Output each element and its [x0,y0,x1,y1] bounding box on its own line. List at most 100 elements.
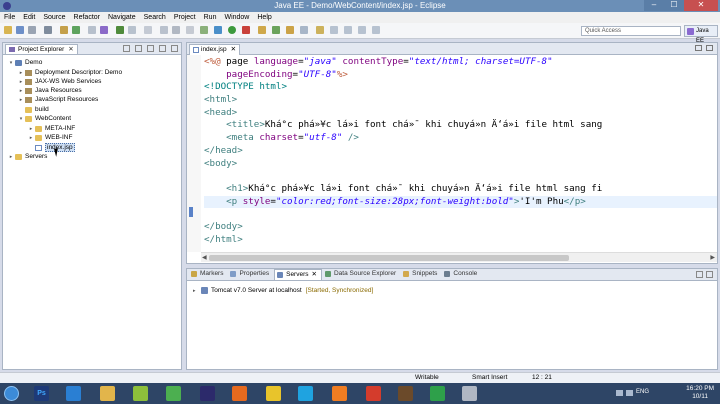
scroll-right-icon[interactable]: ▶ [710,254,715,261]
toggle-mark-icon[interactable] [88,26,96,34]
tab-properties[interactable]: Properties [228,269,273,280]
skip-breakpoints-icon[interactable] [128,26,136,34]
tree-item-java-resources[interactable]: ▸ Java Resources [17,86,82,95]
menu-file[interactable]: File [4,14,15,21]
tree-item-web-inf[interactable]: ▸ WEB-INF [27,133,73,142]
internet-explorer-icon[interactable] [66,386,81,401]
expand-arrow-icon[interactable]: ▾ [17,116,25,122]
clock[interactable]: 16:20 PM 10/11 [686,385,714,401]
app-dark-icon[interactable] [398,386,413,401]
close-button[interactable]: ✕ [684,0,718,11]
firefox-icon[interactable] [232,386,247,401]
language-indicator[interactable]: ENG [636,389,649,395]
code-line[interactable]: pageEncoding="UTF-8"%> [204,69,717,82]
new-icon[interactable] [4,26,12,34]
open-task-icon[interactable] [286,26,294,34]
maximize-editor-icon[interactable] [706,45,713,51]
editor-tab-index-jsp[interactable]: index.jsp ✕ [189,44,241,55]
expand-arrow-icon[interactable]: ▸ [17,79,25,85]
save-icon[interactable] [16,26,24,34]
tab-markers[interactable]: Markers [189,269,227,280]
chrome-icon[interactable] [266,386,281,401]
expand-arrow-icon[interactable]: ▸ [17,97,25,103]
expand-arrow-icon[interactable]: ▸ [193,288,201,294]
menu-source[interactable]: Source [43,14,65,21]
annotation-icon[interactable] [316,26,324,34]
tree-item-deployment-descriptor[interactable]: ▸ Deployment Descriptor: Demo [17,68,122,77]
volume-icon[interactable] [626,390,633,396]
terminate-icon[interactable] [172,26,180,34]
tree-item-jax-ws[interactable]: ▸ JAX-WS Web Services [17,77,102,86]
close-icon[interactable]: ✕ [231,46,236,53]
scrollbar-thumb[interactable] [209,255,569,261]
network-icon[interactable] [616,390,623,396]
new-server-icon[interactable] [72,26,80,34]
maximize-button[interactable]: ☐ [664,0,684,11]
eclipse-icon[interactable] [200,386,215,401]
minimize-editor-icon[interactable] [695,45,702,51]
disconnect-icon[interactable] [186,26,194,34]
minimize-view-icon[interactable] [696,271,703,278]
search-icon[interactable] [300,26,308,34]
quick-access-input[interactable]: Quick Access [581,26,681,36]
expand-arrow-icon[interactable]: ▸ [27,135,35,141]
build-icon[interactable] [116,26,124,34]
menu-search[interactable]: Search [144,14,166,21]
tree-item-build[interactable]: build [17,105,49,114]
view-menu-icon[interactable] [147,45,154,52]
code-line[interactable]: <!DOCTYPE html> [204,81,717,94]
expand-arrow-icon[interactable]: ▸ [17,88,25,94]
code-line[interactable] [204,208,717,221]
folder-icon[interactable] [100,386,115,401]
next-annotation-icon[interactable] [344,26,352,34]
minimize-button[interactable]: – [644,0,664,11]
code-line[interactable]: ⊖<%@ page language="java" contentType="t… [204,56,717,69]
tree-item-meta-inf[interactable]: ▸ META-INF [27,124,75,133]
app-green-icon[interactable] [430,386,445,401]
tree-item-javascript-resources[interactable]: ▸ JavaScript Resources [17,95,99,104]
collapse-all-icon[interactable] [123,45,130,52]
code-line[interactable]: ⊖<html> [204,94,717,107]
menu-window[interactable]: Window [224,14,249,21]
code-line[interactable]: </body> [204,221,717,234]
print-icon[interactable] [44,26,52,34]
code-line[interactable]: ⊖<head> [204,107,717,120]
web-browser-icon[interactable] [200,26,208,34]
start-button[interactable] [4,386,19,401]
external-tools-icon[interactable] [242,26,250,34]
project-explorer-tab[interactable]: Project Explorer ✕ [5,44,78,54]
new-java-package-icon[interactable] [258,26,266,34]
server-row[interactable]: ▸ Tomcat v7.0 Server at localhost [Start… [193,287,373,294]
tree-item-servers[interactable]: ▸ Servers [7,152,48,161]
photoshop-icon[interactable]: Ps [34,386,49,401]
tree-item-webcontent[interactable]: ▾ WebContent [17,114,71,123]
new-class-icon[interactable] [272,26,280,34]
code-line[interactable]: ⊖<body> [204,158,717,171]
code-line[interactable]: <p style="color:red;font-size:28px;font-… [204,195,717,209]
scroll-left-icon[interactable]: ◀ [202,254,207,261]
expand-arrow-icon[interactable]: ▸ [7,154,15,160]
close-icon[interactable]: ✕ [312,271,317,278]
horizontal-scrollbar[interactable]: ◀ ▶ [201,252,717,262]
run-icon[interactable] [228,26,236,34]
expand-arrow-icon[interactable]: ▸ [17,70,25,76]
menu-navigate[interactable]: Navigate [108,14,136,21]
android-studio-icon[interactable] [166,386,181,401]
suspend-icon[interactable] [160,26,168,34]
app-red-icon[interactable] [366,386,381,401]
maximize-view-icon[interactable] [706,271,713,278]
close-icon[interactable]: ✕ [68,46,73,53]
save-all-icon[interactable] [28,26,36,34]
menu-project[interactable]: Project [174,14,196,21]
tab-data-source-explorer[interactable]: Data Source Explorer [323,269,400,280]
link-with-editor-icon[interactable] [135,45,142,52]
menu-edit[interactable]: Edit [23,14,35,21]
menu-help[interactable]: Help [257,14,271,21]
app-misc-icon[interactable] [462,386,477,401]
code-line[interactable]: <h1>Khá°c phá»¥c lá»i font chá»¯ khi chu… [204,183,717,196]
code-line[interactable]: </head> [204,145,717,158]
previous-annotation-icon[interactable] [330,26,338,34]
android-icon[interactable] [133,386,148,401]
code-text-area[interactable]: ⊖<%@ page language="java" contentType="t… [204,56,717,251]
code-line[interactable] [204,170,717,183]
